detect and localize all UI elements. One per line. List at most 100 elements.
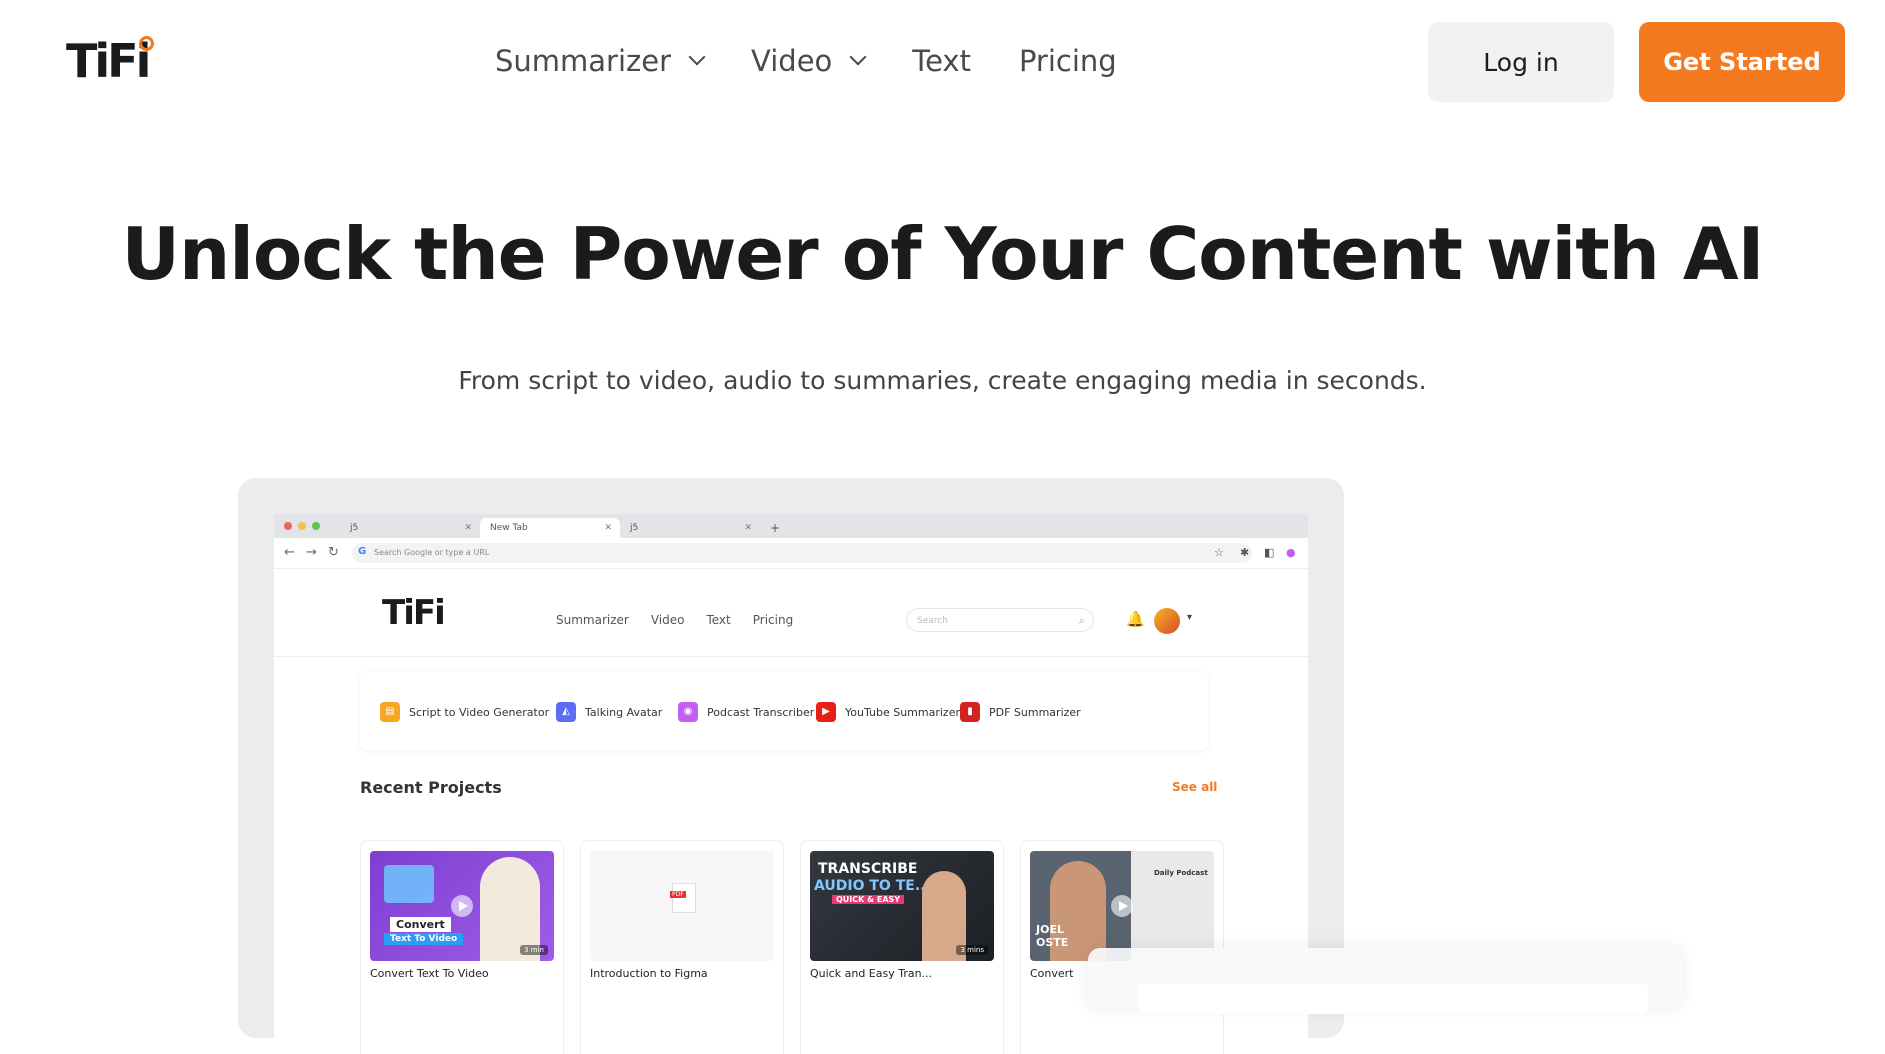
avatar-icon: ◭ bbox=[556, 702, 576, 722]
back-arrow-icon: ← bbox=[284, 545, 295, 560]
close-icon: ✕ bbox=[464, 523, 472, 533]
menu-item-label: Summarizer bbox=[495, 44, 672, 78]
menu-item-pricing[interactable]: Pricing bbox=[1019, 44, 1117, 78]
thumb-caption: OSTE bbox=[1036, 936, 1069, 949]
menu-item-text[interactable]: Text bbox=[912, 44, 971, 78]
google-icon: G bbox=[358, 546, 367, 557]
bell-icon: 🔔 bbox=[1126, 610, 1145, 628]
tools-bar: ▤ Script to Video Generator ◭ Talking Av… bbox=[360, 672, 1208, 750]
tool-podcast-transcriber: ◉ Podcast Transcriber bbox=[678, 702, 814, 722]
tool-label: Talking Avatar bbox=[585, 705, 663, 719]
thumb-caption: AUDIO TO TE... bbox=[814, 878, 931, 894]
pdf-badge: PDF bbox=[670, 891, 686, 898]
star-icon: ☆ bbox=[1214, 546, 1224, 559]
avatar bbox=[1154, 608, 1180, 634]
app-menu-item: Pricing bbox=[752, 613, 794, 627]
thumb-caption: JOEL bbox=[1036, 923, 1064, 936]
browser-tab-label: j5 bbox=[630, 523, 639, 533]
play-icon bbox=[1111, 895, 1133, 917]
thumb-caption: TRANSCRIBE bbox=[818, 861, 918, 877]
chevron-down-icon bbox=[688, 48, 706, 66]
menu-item-label: Pricing bbox=[1018, 44, 1117, 78]
duration-badge: 3 mins bbox=[956, 945, 988, 955]
search-icon: ⌕ bbox=[1078, 614, 1085, 627]
duration-badge: 3 min bbox=[520, 945, 548, 955]
app-menu-item: Summarizer bbox=[556, 613, 629, 627]
chevron-down-icon bbox=[849, 48, 867, 66]
project-title: Introduction to Figma bbox=[590, 967, 708, 980]
youtube-icon: ▶ bbox=[816, 702, 836, 722]
project-card: Convert Text To Video 3 min Convert Text… bbox=[360, 840, 564, 1054]
recent-projects-heading: Recent Projects bbox=[360, 778, 502, 797]
see-all-link: See all bbox=[1172, 780, 1218, 794]
browser-tab: j5 ✕ bbox=[340, 518, 480, 538]
main-menu: Summarizer Video Text Pricing bbox=[495, 44, 1165, 78]
chat-icon: ▤ bbox=[380, 702, 400, 722]
browser-tab-label: j5 bbox=[350, 523, 359, 533]
podcast-icon: ◉ bbox=[678, 702, 698, 722]
project-title: Convert Text To Video bbox=[370, 967, 489, 980]
login-button[interactable]: Log in bbox=[1428, 22, 1614, 102]
close-icon: ✕ bbox=[604, 523, 612, 533]
menu-item-summarizer[interactable]: Summarizer bbox=[495, 44, 706, 78]
thumb-graphic bbox=[384, 865, 434, 903]
hero-subtitle: From script to video, audio to summaries… bbox=[458, 366, 1427, 395]
sidebar-icon: ◧ bbox=[1264, 546, 1275, 559]
project-title: Convert bbox=[1030, 967, 1074, 980]
menu-item-label: Video bbox=[751, 44, 833, 78]
browser-tab-strip: j5 ✕ New Tab ✕ j5 ✕ + bbox=[274, 514, 1308, 538]
project-thumbnail: JOEL OSTE Daily Podcast bbox=[1030, 851, 1214, 961]
app-search-field: Search ⌕ bbox=[906, 608, 1094, 632]
logo-wordmark: TiFi bbox=[66, 34, 151, 88]
extension-icon: ✱ bbox=[1240, 546, 1250, 559]
pdf-icon bbox=[672, 883, 696, 913]
forward-arrow-icon: → bbox=[306, 545, 317, 560]
browser-tab-label: New Tab bbox=[490, 523, 528, 533]
project-title: Quick and Easy Tran... bbox=[810, 967, 933, 980]
menu-item-label: Text bbox=[912, 44, 971, 78]
thumb-caption: Text To Video bbox=[384, 933, 464, 945]
browser-url-bar: ← → ↻ Search Google or type a URL G ☆ ✱ … bbox=[274, 538, 1308, 569]
reload-icon: ↻ bbox=[328, 545, 339, 560]
url-input: Search Google or type a URL bbox=[352, 543, 1252, 563]
project-card: JOEL OSTE Daily Podcast Convert bbox=[1020, 840, 1224, 1054]
top-navigation: TiFi Summarizer Video Text Pricing Log i… bbox=[0, 0, 1885, 125]
close-icon: ✕ bbox=[744, 523, 752, 533]
browser-tab-active: New Tab ✕ bbox=[480, 518, 620, 538]
close-dot bbox=[284, 522, 292, 530]
logo-accent-dot bbox=[139, 36, 155, 51]
app-search-placeholder: Search bbox=[917, 616, 948, 626]
tool-script-to-video: ▤ Script to Video Generator bbox=[380, 702, 549, 722]
app-logo: TiFi bbox=[382, 593, 446, 633]
tool-youtube-summarizer: ▶ YouTube Summarizer bbox=[816, 702, 960, 722]
project-card: TRANSCRIBE AUDIO TO TE... QUICK & EASY 3… bbox=[800, 840, 1004, 1054]
app-menu-item: Video bbox=[650, 613, 685, 627]
browser-tab: j5 ✕ bbox=[620, 518, 760, 538]
thumb-caption: Convert bbox=[390, 917, 451, 932]
project-thumbnail: Convert Text To Video 3 min bbox=[370, 851, 554, 961]
project-thumbnail: TRANSCRIBE AUDIO TO TE... QUICK & EASY 3… bbox=[810, 851, 994, 961]
profile-icon: ● bbox=[1286, 546, 1296, 559]
window-controls bbox=[284, 522, 326, 530]
tool-pdf-summarizer: ▮ PDF Summarizer bbox=[960, 702, 1081, 722]
menu-item-video[interactable]: Video bbox=[751, 44, 867, 78]
app-menu-item: Text bbox=[706, 613, 731, 627]
project-card: PDF Introduction to Figma bbox=[580, 840, 784, 1054]
tool-talking-avatar: ◭ Talking Avatar bbox=[556, 702, 662, 722]
tool-label: YouTube Summarizer bbox=[845, 705, 960, 719]
play-icon bbox=[451, 895, 473, 917]
hero-title: Unlock the Power of Your Content with AI bbox=[121, 212, 1765, 296]
project-thumbnail: PDF bbox=[590, 851, 774, 961]
tifi-logo[interactable]: TiFi bbox=[66, 34, 155, 88]
tool-label: Podcast Transcriber bbox=[707, 705, 815, 719]
get-started-button[interactable]: Get Started bbox=[1639, 22, 1845, 102]
chevron-down-icon: ▾ bbox=[1187, 612, 1193, 623]
thumb-side-title: Daily Podcast bbox=[1154, 869, 1208, 877]
app-menu: Summarizer Video Text Pricing bbox=[556, 613, 815, 627]
new-tab-icon: + bbox=[770, 521, 781, 535]
floating-preview-panel bbox=[1088, 948, 1682, 1014]
pdf-icon: ▮ bbox=[960, 702, 980, 722]
maximize-dot bbox=[312, 522, 320, 530]
thumb-caption: QUICK & EASY bbox=[832, 895, 905, 904]
minimize-dot bbox=[298, 522, 306, 530]
